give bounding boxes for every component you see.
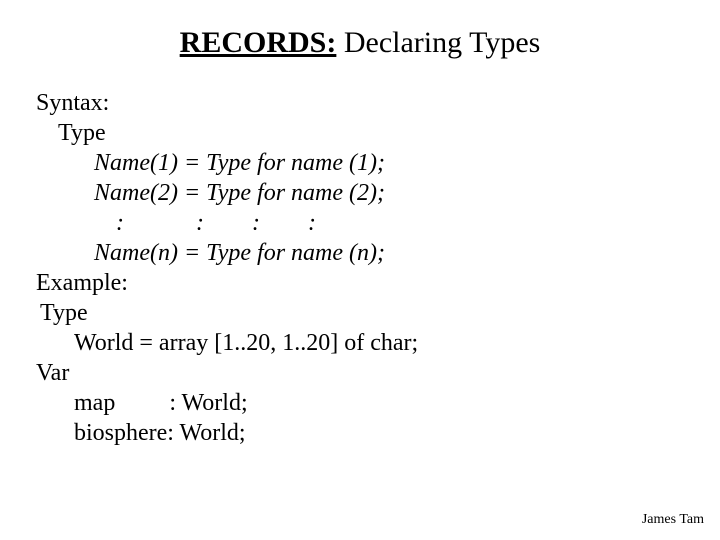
footer-author: James Tam [642,512,704,528]
syntax-line-dots: : : : : [36,208,418,238]
type-keyword: Type [36,118,418,148]
example-world-decl: World = array [1..20, 1..20] of char; [36,328,418,358]
syntax-line-1: Name(1) = Type for name (1); [36,148,418,178]
title-rest: Declaring Types [336,26,540,59]
example-var-keyword: Var [36,358,418,388]
slide: RECORDS: Declaring Types Syntax: Type Na… [0,0,720,540]
syntax-label: Syntax: [36,88,418,118]
title-bold: RECORDS: [180,26,337,59]
syntax-line-2: Name(2) = Type for name (2); [36,178,418,208]
slide-body: Syntax: Type Name(1) = Type for name (1)… [36,88,418,448]
example-map-decl: map : World; [36,388,418,418]
slide-title: RECORDS: Declaring Types [0,26,720,60]
example-type-keyword: Type [36,298,418,328]
syntax-line-n: Name(n) = Type for name (n); [36,238,418,268]
example-biosphere-decl: biosphere: World; [36,418,418,448]
example-label: Example: [36,268,418,298]
